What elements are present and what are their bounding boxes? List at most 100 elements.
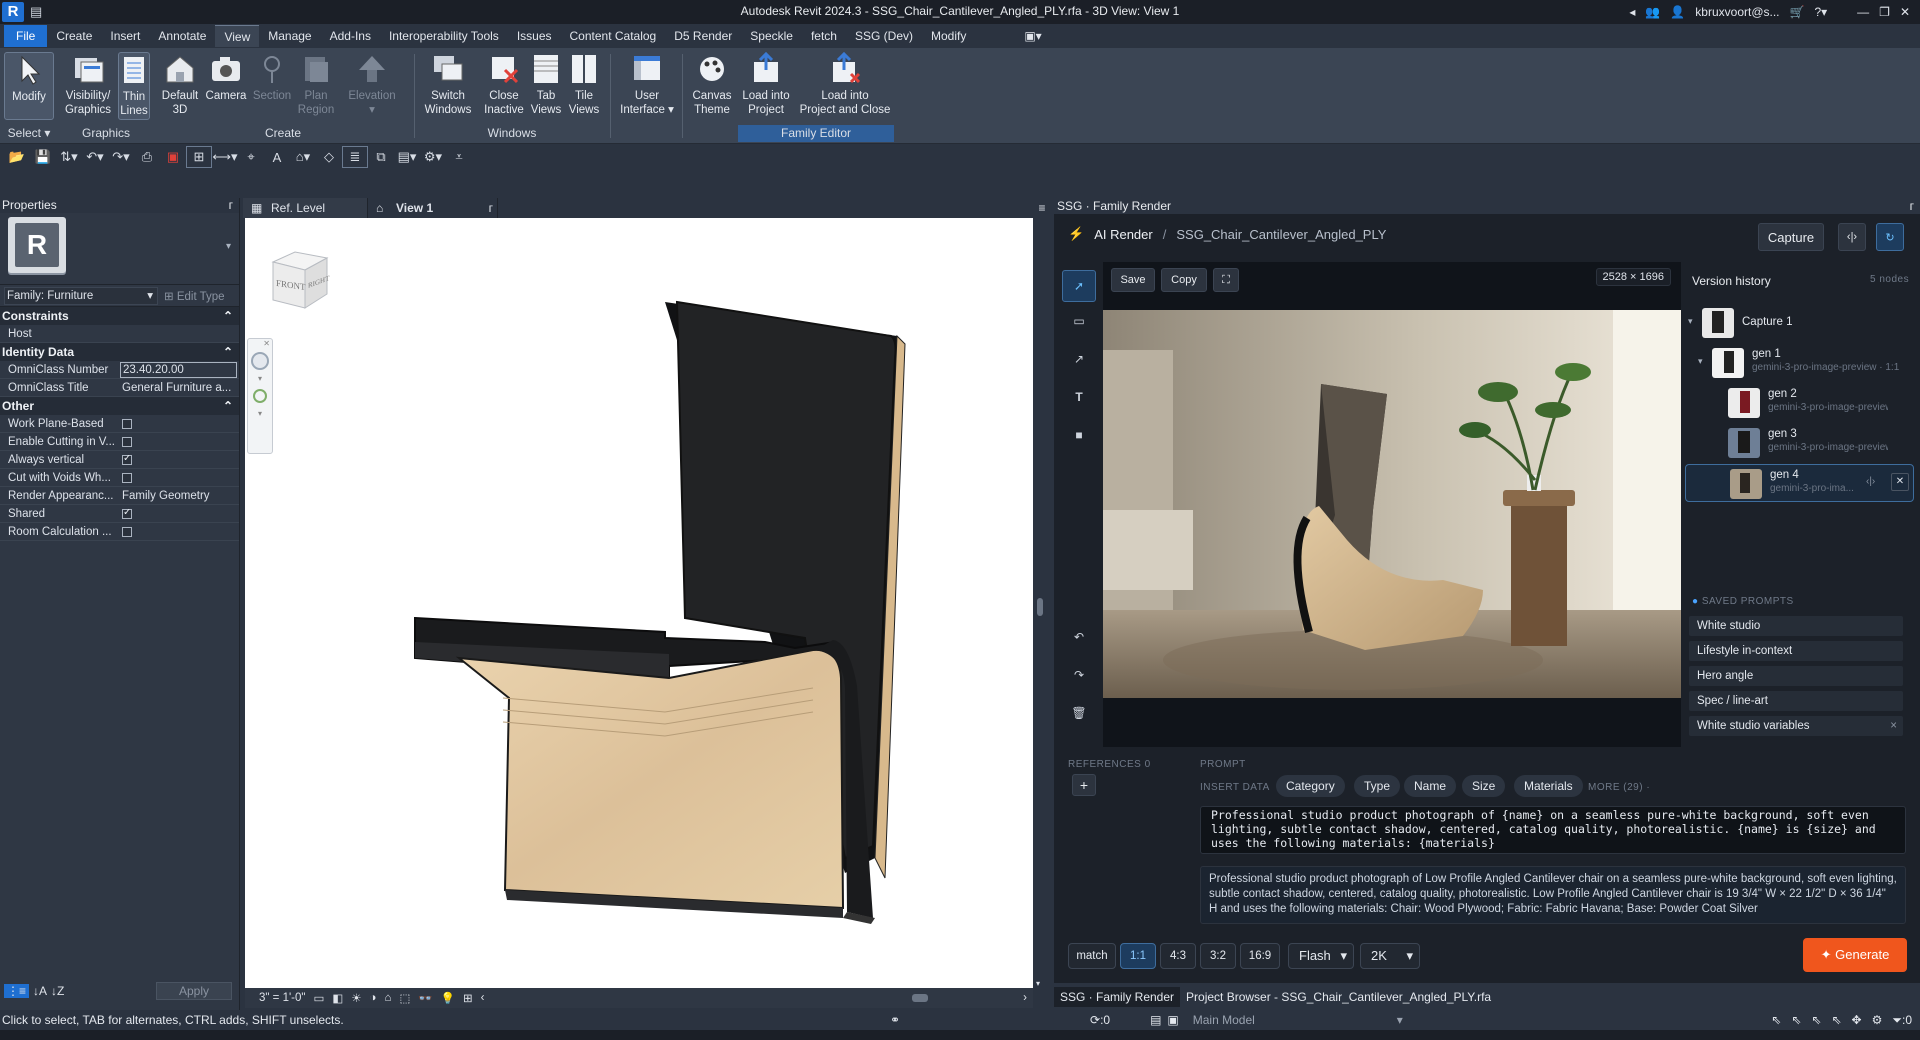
tab-addins[interactable]: Add-Ins [321, 25, 380, 47]
tab-view[interactable]: View [215, 25, 260, 47]
reveal-hidden-icon[interactable]: 💡 [441, 991, 455, 1005]
camera-toggle-icon[interactable]: ▣▾ [1015, 25, 1050, 47]
tab-project-browser[interactable]: Project Browser - SSG_Chair_Cantilever_A… [1180, 990, 1497, 1004]
prompt-template-input[interactable]: Professional studio product photograph o… [1200, 806, 1906, 854]
default-3d-button[interactable]: Default 3D [158, 52, 202, 117]
section-other[interactable]: Other ⌃ [0, 397, 239, 415]
quick-access-icon[interactable]: ▤ [30, 4, 42, 20]
add-reference-button[interactable]: + [1072, 774, 1096, 796]
prop-row-shared[interactable]: Shared [0, 505, 239, 523]
pin-panel-icon[interactable]: ᴦ [1910, 198, 1914, 214]
visibility-graphics-button[interactable]: Visibility/Graphics [60, 52, 116, 117]
sort-za-icon[interactable]: ↓Z [51, 984, 64, 998]
render-icon[interactable]: ⌂ [385, 992, 392, 1004]
temporary-hide-icon[interactable]: 👓 [418, 991, 432, 1005]
select-underlay-icon[interactable]: ⇖ [1791, 1013, 1801, 1028]
fullscreen-icon[interactable]: ⛶ [1213, 268, 1239, 292]
open-icon[interactable]: 📂 [4, 146, 30, 168]
saved-prompt-white-studio-variables[interactable]: White studio variables × [1689, 716, 1903, 736]
insert-size-pill[interactable]: Size [1462, 775, 1506, 797]
drag-elements-icon[interactable]: ✥ [1852, 1013, 1862, 1028]
generate-button[interactable]: ✦ Generate [1803, 938, 1907, 972]
tab-interoperability[interactable]: Interoperability Tools [380, 25, 508, 47]
tab-ssg-family-render[interactable]: SSG · Family Render [1054, 987, 1181, 1007]
rectangle-tool-icon[interactable]: ▭ [1062, 302, 1096, 340]
insert-name-pill[interactable]: Name [1404, 775, 1457, 797]
close-hidden-icon[interactable]: ⧉ [368, 146, 394, 168]
version-gen-3[interactable]: gen 3gemini-3-pro-image-preview · ... [1716, 424, 1898, 462]
save-icon[interactable]: 💾 [30, 146, 56, 168]
detail-level-icon[interactable]: ▭ [313, 991, 324, 1005]
categorized-icon[interactable]: ⋮≡ [4, 984, 30, 998]
tab-content-catalog[interactable]: Content Catalog [561, 25, 666, 47]
cut-voids-checkbox[interactable] [122, 472, 132, 483]
hscroll-right-icon[interactable]: › [1023, 992, 1033, 1004]
arrow-tool-icon[interactable]: ↗ [1062, 340, 1096, 378]
default-3d-icon[interactable]: ⌂▾ [290, 146, 316, 168]
worksets-icon[interactable]: ⚭ [890, 1013, 1090, 1027]
apply-button[interactable]: Apply [156, 982, 232, 1000]
undo-tool-icon[interactable]: ↶ [1062, 630, 1096, 644]
chair-3d-model[interactable] [245, 218, 1033, 988]
select-dropdown[interactable]: Select ▾ [4, 126, 54, 140]
close-inactive-button[interactable]: Close Inactive [480, 52, 528, 117]
thin-lines-small-icon[interactable]: ≣ [342, 146, 368, 168]
breadcrumb-root[interactable]: AI Render [1094, 227, 1153, 242]
camera-button[interactable]: Camera [204, 52, 248, 103]
user-interface-button[interactable]: User Interface ▾ [620, 52, 674, 117]
view-scale[interactable]: 3" = 1'-0" [259, 992, 305, 1004]
user-icon[interactable]: 👤 [1670, 5, 1685, 19]
main-model-select[interactable]: Main Model ▾ [1193, 1013, 1403, 1027]
section-button[interactable]: Section [250, 52, 294, 103]
insert-materials-pill[interactable]: Materials [1514, 775, 1583, 797]
dimension-icon[interactable]: ⟷▾ [212, 146, 238, 168]
delete-version-icon[interactable]: ✕ [1891, 473, 1909, 491]
tab-fetch[interactable]: fetch [802, 25, 846, 47]
settings-small-icon[interactable]: ⚙▾ [420, 146, 446, 168]
aspect-16-9-button[interactable]: 16:9 [1240, 943, 1280, 969]
prop-row-work-plane[interactable]: Work Plane-Based [0, 415, 239, 433]
tab-speckle[interactable]: Speckle [741, 25, 802, 47]
collapse-icon[interactable]: ▾ [1698, 356, 1703, 367]
copy-render-button[interactable]: Copy [1161, 268, 1207, 292]
canvas-vertical-scrollbar[interactable]: ▾ [1034, 218, 1046, 988]
tile-views-button[interactable]: Tile Views [566, 52, 602, 117]
prop-row-cut-voids[interactable]: Cut with Voids Wh... [0, 469, 239, 487]
aspect-4-3-button[interactable]: 4:3 [1160, 943, 1196, 969]
plan-region-button[interactable]: Plan Region [294, 52, 338, 117]
customize-qat-icon[interactable]: ⩡ [446, 146, 472, 168]
history-icon[interactable]: ↻ [1876, 223, 1904, 251]
sync-icon[interactable]: ⇅▾ [56, 146, 82, 168]
saved-prompt-lifestyle[interactable]: Lifestyle in-context [1689, 641, 1903, 661]
save-render-button[interactable]: Save [1111, 268, 1155, 292]
filter-icon[interactable]: ⏷:0 [1892, 1013, 1912, 1028]
select-tool-icon[interactable]: ➚ [1062, 270, 1096, 302]
hscroll-left-icon[interactable]: ‹ [481, 992, 485, 1004]
load-into-project-button[interactable]: Load into Project [738, 52, 794, 117]
elevation-button[interactable]: Elevation ▾ [346, 52, 398, 117]
tab-views-button[interactable]: Tab Views [528, 52, 564, 117]
resolution-select[interactable]: 2K ▾ [1360, 943, 1420, 969]
section-small-icon[interactable]: ◇ [316, 146, 342, 168]
design-options-icon[interactable]: ▤ [1150, 1013, 1161, 1027]
pin-icon[interactable]: ᴦ [229, 198, 233, 213]
switch-windows-small-icon[interactable]: ▤▾ [394, 146, 420, 168]
trash-tool-icon[interactable]: 🗑 [1062, 706, 1096, 720]
saved-prompt-white-studio[interactable]: White studio [1689, 616, 1903, 636]
drawing-canvas[interactable]: FRONT RIGHT ✕ ▾ ▾ [245, 218, 1033, 988]
family-filter-select[interactable]: Family: Furniture ▾ [4, 286, 158, 305]
sort-az-icon[interactable]: ↓A [33, 984, 47, 998]
tab-d5-render[interactable]: D5 Render [665, 25, 741, 47]
aspect-match-button[interactable]: match [1068, 943, 1116, 969]
worksharing-icon[interactable]: ⊞ [463, 991, 473, 1005]
room-calculation-checkbox[interactable] [122, 526, 132, 537]
tab-manage[interactable]: Manage [259, 25, 320, 47]
people-icon[interactable]: 👥 [1645, 5, 1660, 19]
switch-windows-button[interactable]: Switch Windows [422, 52, 474, 117]
edit-type-button[interactable]: ⊞ Edit Type [164, 289, 225, 303]
split-view-icon[interactable]: ‹|› [1838, 223, 1866, 251]
version-capture-1[interactable]: ▾ Capture 1 [1688, 304, 1904, 342]
crop-view-icon[interactable]: ⬚ [399, 991, 410, 1005]
select-by-face-icon[interactable]: ⇖ [1831, 1013, 1841, 1028]
shadows-icon[interactable]: ◑ [370, 992, 377, 1004]
